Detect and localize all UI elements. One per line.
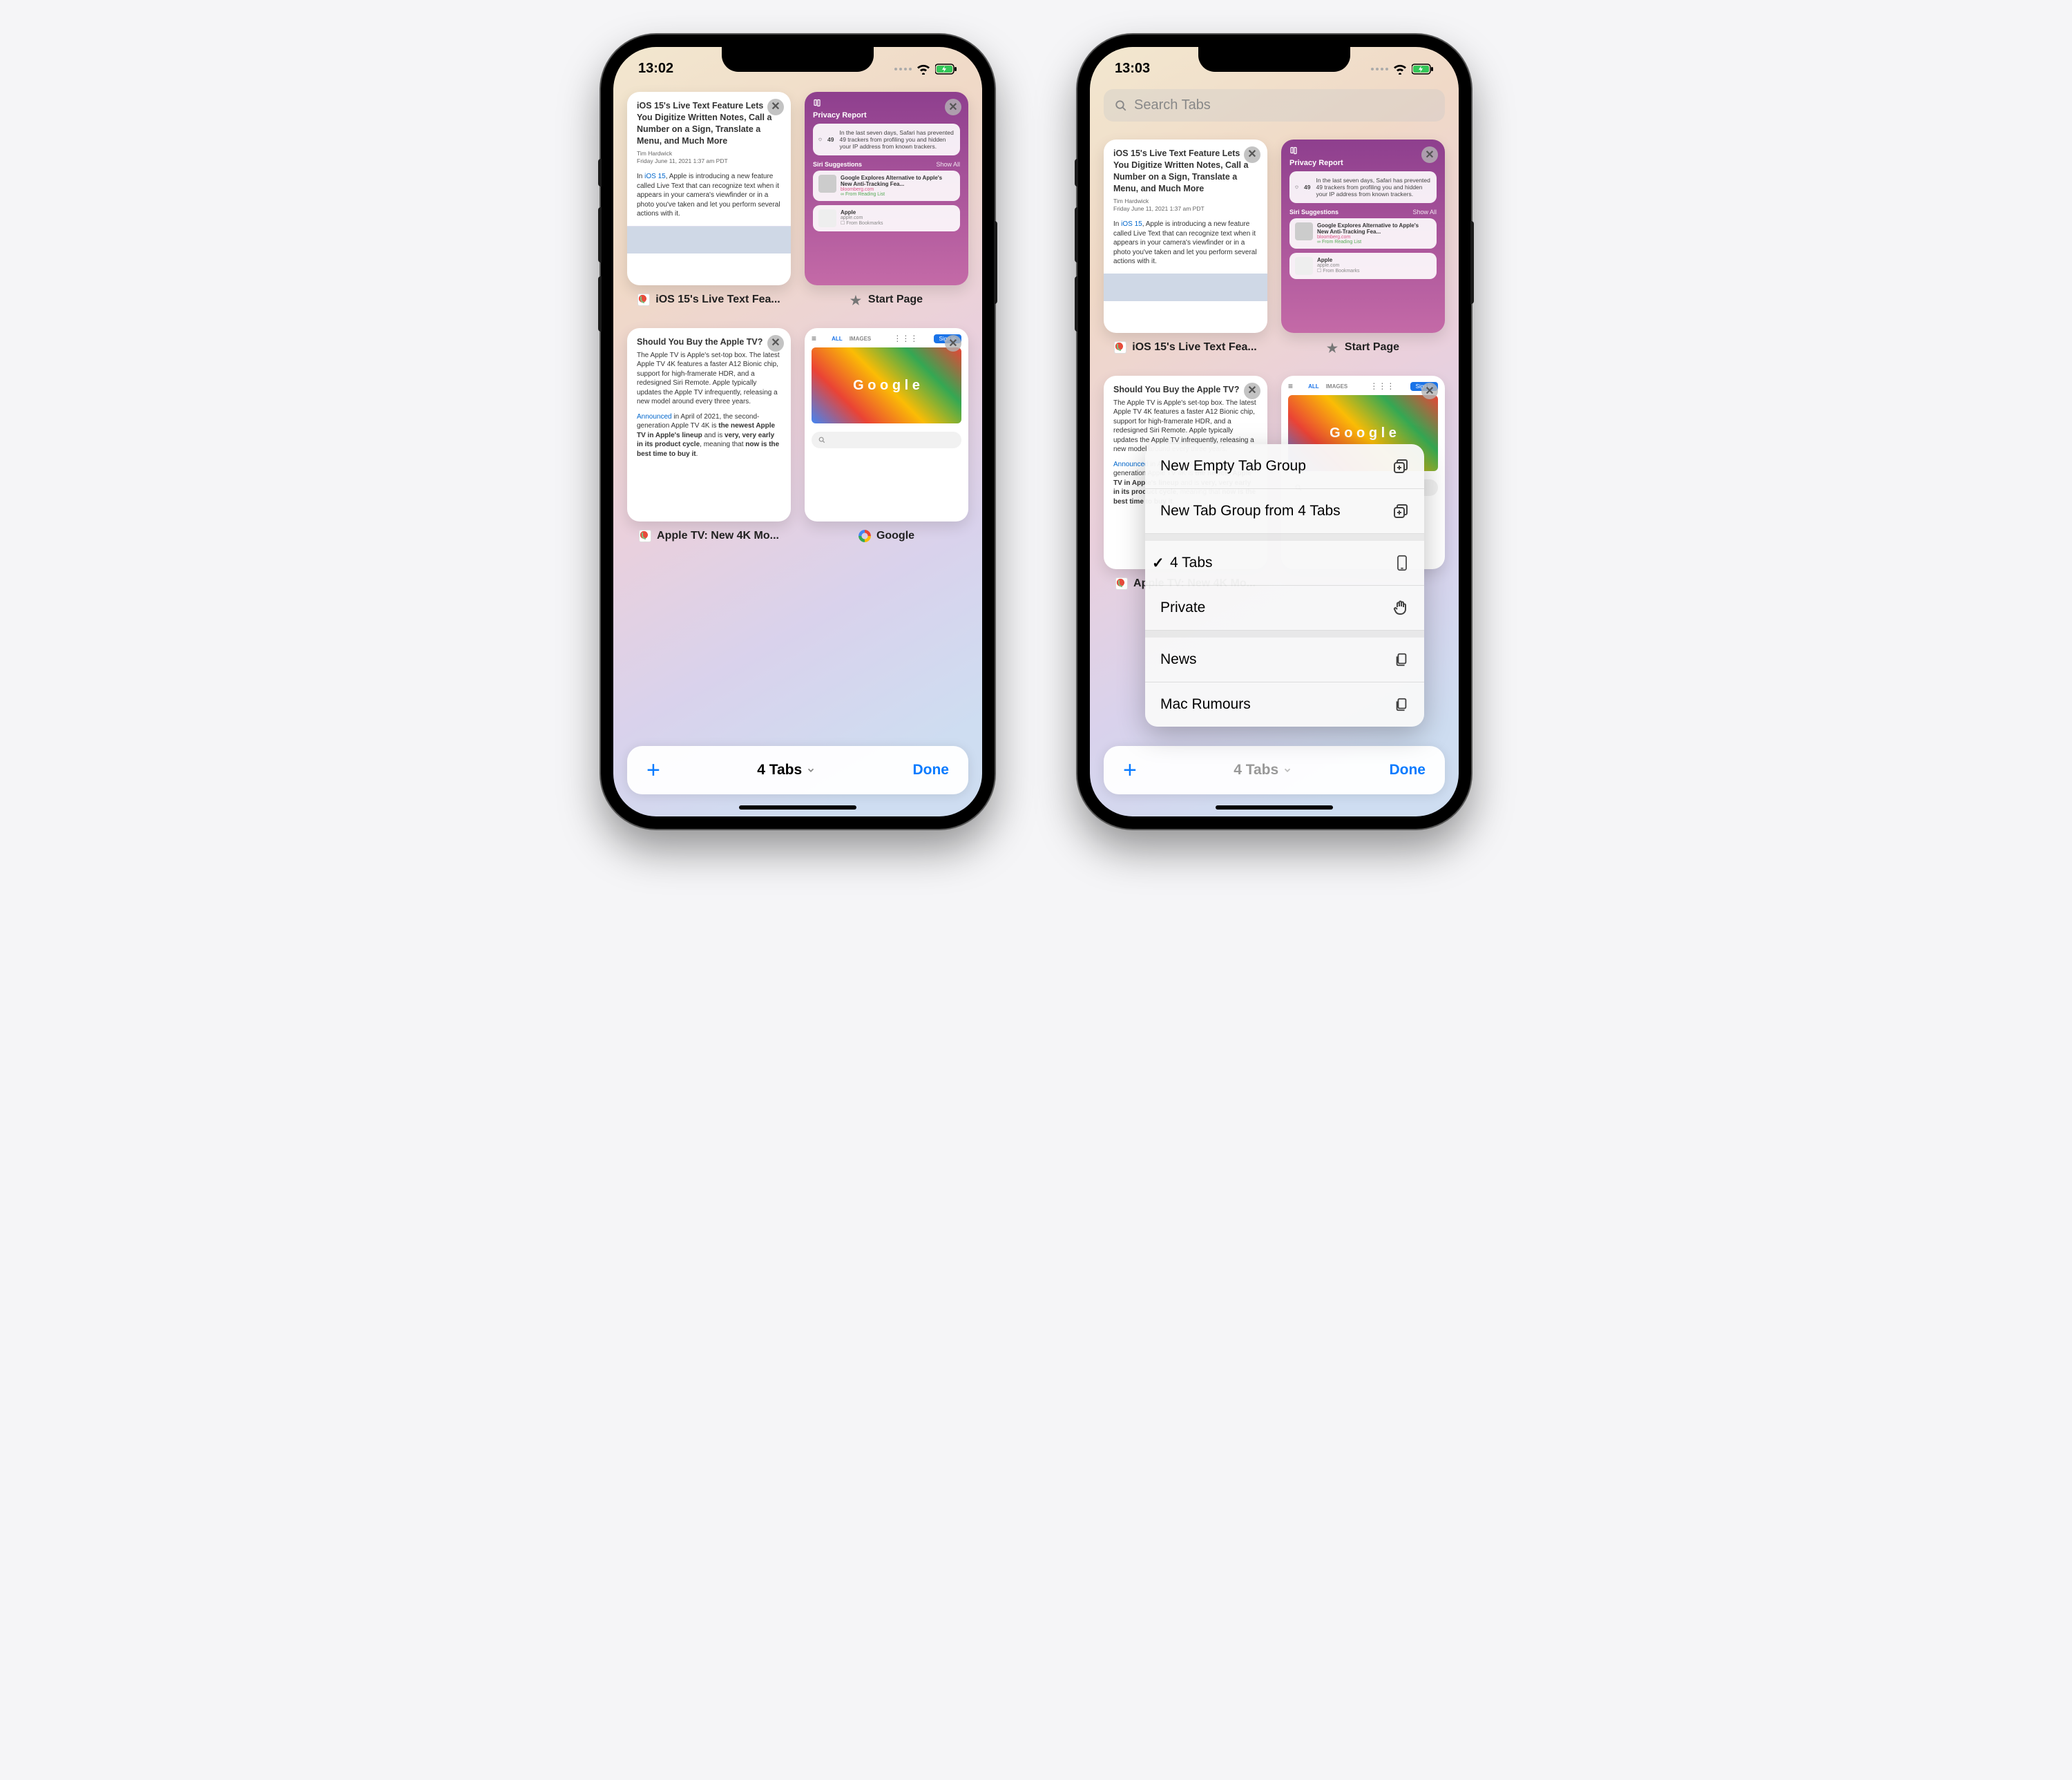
menu-group-news[interactable]: News: [1145, 638, 1424, 682]
tab-group-button[interactable]: 4 Tabs: [1234, 762, 1292, 778]
copy-icon: [1394, 651, 1409, 668]
iphone-left: 13:02 ✕ iOS 15's Live Text Feature Lets …: [601, 35, 995, 829]
google-doodle: G o o g l e: [812, 347, 961, 423]
star-icon: ★: [1327, 341, 1339, 354]
tab-appletv[interactable]: ✕ Should You Buy the Apple TV? The Apple…: [627, 328, 791, 551]
apps-grid-icon: ⋮⋮⋮: [893, 334, 918, 343]
article-body: In iOS 15, Apple is introducing a new fe…: [637, 172, 781, 219]
suggestion-2: Apple apple.com ☐ From Bookmarks: [813, 205, 960, 231]
privacy-report-box: 49 In the last seven days, Safari has pr…: [813, 124, 960, 155]
article-body: The Apple TV is Apple's set-top box. The…: [637, 351, 781, 407]
chevron-down-icon: [806, 765, 816, 775]
siri-suggestions-title: Siri Suggestions: [813, 161, 862, 168]
status-time: 13:02: [638, 61, 673, 77]
iphone-icon: [1395, 555, 1409, 571]
chevron-down-icon: [1283, 765, 1292, 775]
mute-switch: [1075, 159, 1078, 186]
new-tab-button[interactable]: +: [1123, 757, 1137, 784]
search-placeholder: Search Tabs: [1134, 97, 1211, 113]
signal-dots-icon: [1371, 68, 1388, 70]
menu-private[interactable]: Private: [1145, 586, 1424, 631]
menu-new-group-from-tabs[interactable]: New Tab Group from 4 Tabs: [1145, 489, 1424, 534]
close-icon[interactable]: ✕: [1244, 383, 1260, 399]
book-icon: [813, 99, 821, 107]
new-group-icon: [1392, 458, 1409, 475]
close-icon[interactable]: ✕: [767, 335, 784, 352]
tab-label: Start Page: [868, 294, 923, 306]
menu-current-tabs[interactable]: 4 Tabs: [1145, 541, 1424, 586]
bottom-bar: + 4 Tabs Done: [1104, 746, 1445, 794]
tab-ios15[interactable]: ✕ iOS 15's Live Text Feature Lets You Di…: [627, 92, 791, 314]
close-icon[interactable]: ✕: [1421, 383, 1438, 399]
tab-group-popup: New Empty Tab Group New Tab Group from 4…: [1145, 444, 1424, 727]
copy-icon: [1394, 696, 1409, 713]
volume-down: [1075, 276, 1078, 332]
tab-label: Google: [876, 530, 914, 542]
battery-charging-icon: [1412, 64, 1434, 75]
macrumors-icon: [1114, 341, 1126, 354]
side-button: [994, 221, 997, 304]
tab-grid: ✕ iOS 15's Live Text Feature Lets You Di…: [613, 84, 982, 559]
close-icon[interactable]: ✕: [945, 99, 961, 115]
status-time: 13:03: [1115, 61, 1150, 77]
tab-ios15[interactable]: ✕ iOS 15's Live Text Feature Lets You Di…: [1104, 140, 1267, 362]
google-tab-all: ALL: [832, 336, 843, 342]
google-icon: [858, 530, 871, 542]
search-icon: [818, 437, 825, 443]
article-body-2: Announced in April of 2021, the second-g…: [637, 412, 781, 459]
bottom-bar: + 4 Tabs Done: [627, 746, 968, 794]
side-button: [1470, 221, 1474, 304]
done-button[interactable]: Done: [1389, 762, 1426, 778]
volume-down: [598, 276, 602, 332]
iphone-right: 13:03 Search Tabs ✕ iOS 15's Live Text F…: [1077, 35, 1471, 829]
tab-google[interactable]: ✕ ≡ ALLIMAGES ⋮⋮⋮ Sign in G o o g l e: [805, 328, 968, 551]
google-search-input: [812, 432, 961, 448]
star-icon: ★: [850, 294, 863, 306]
article-headline: Should You Buy the Apple TV?: [637, 336, 781, 348]
search-tabs-input[interactable]: Search Tabs: [1104, 89, 1445, 122]
signal-dots-icon: [894, 68, 912, 70]
article-headline: iOS 15's Live Text Feature Lets You Digi…: [637, 100, 781, 147]
macrumors-icon: [1115, 577, 1128, 590]
done-button[interactable]: Done: [912, 762, 949, 778]
new-group-icon: [1392, 503, 1409, 519]
tab-startpage[interactable]: ✕ Privacy Report 49 In the last seven da…: [805, 92, 968, 314]
new-tab-button[interactable]: +: [646, 757, 660, 784]
home-indicator[interactable]: [1216, 805, 1333, 810]
menu-group-macrumours[interactable]: Mac Rumours: [1145, 682, 1424, 727]
shield-icon: [818, 135, 822, 144]
battery-charging-icon: [935, 64, 957, 75]
wifi-icon: [1392, 64, 1408, 75]
article-date: Friday June 11, 2021 1:37 am PDT: [637, 157, 728, 164]
macrumors-icon: [637, 294, 650, 306]
suggestion-1: Google Explores Alternative to Apple's N…: [813, 171, 960, 201]
tab-startpage[interactable]: ✕ Privacy Report 49In the last seven day…: [1281, 140, 1445, 362]
tab-label: Apple TV: New 4K Mo...: [657, 530, 779, 542]
hamburger-icon: ≡: [812, 334, 816, 343]
tab-label: iOS 15's Live Text Fea...: [655, 294, 780, 306]
search-icon: [1115, 99, 1127, 112]
close-icon[interactable]: ✕: [1244, 146, 1260, 163]
volume-up: [1075, 207, 1078, 262]
menu-new-empty-group[interactable]: New Empty Tab Group: [1145, 444, 1424, 489]
show-all: Show All: [936, 161, 960, 168]
home-indicator[interactable]: [739, 805, 856, 810]
macrumors-icon: [639, 530, 651, 542]
notch: [722, 47, 874, 72]
google-tab-images: IMAGES: [850, 336, 872, 342]
notch: [1198, 47, 1350, 72]
hand-icon: [1392, 600, 1409, 616]
tab-group-button[interactable]: 4 Tabs: [757, 762, 816, 778]
mute-switch: [598, 159, 602, 186]
article-author: Tim Hardwick: [637, 150, 672, 157]
close-icon[interactable]: ✕: [1421, 146, 1438, 163]
privacy-report-title: Privacy Report: [813, 111, 960, 119]
close-icon[interactable]: ✕: [945, 335, 961, 352]
close-icon[interactable]: ✕: [767, 99, 784, 115]
book-icon: [1289, 146, 1298, 155]
wifi-icon: [916, 64, 931, 75]
volume-up: [598, 207, 602, 262]
